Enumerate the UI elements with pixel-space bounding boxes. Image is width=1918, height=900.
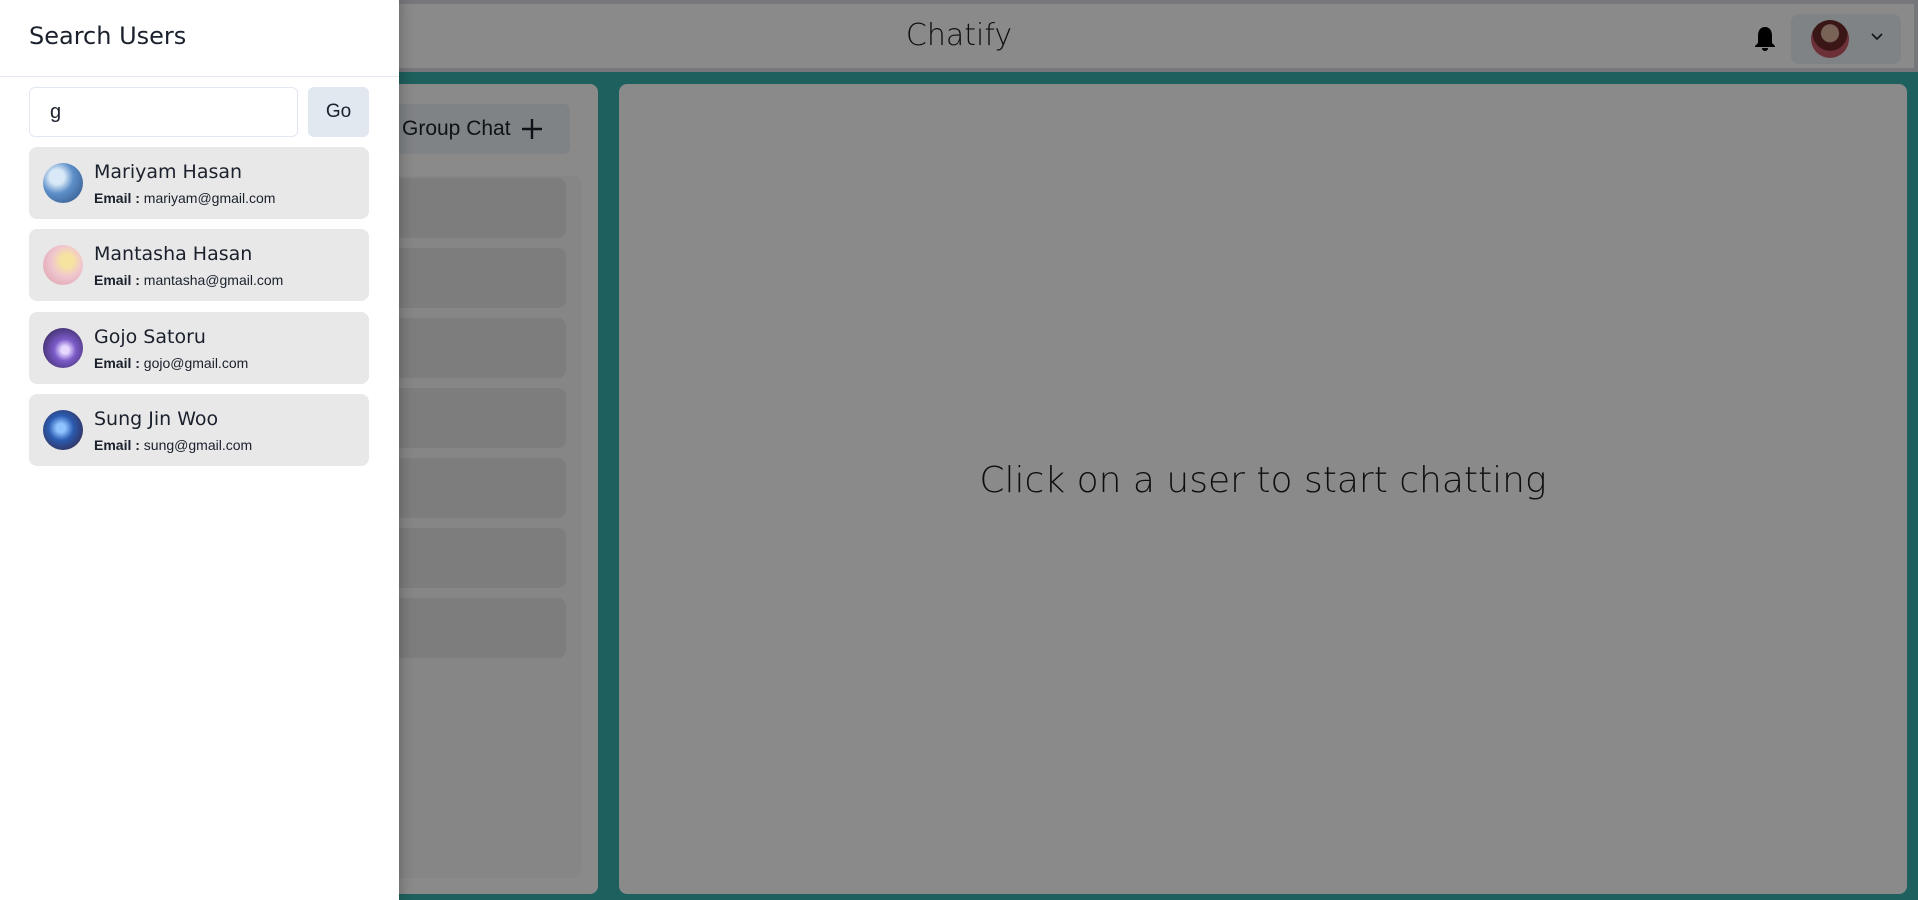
user-email-row: Email : mantasha@gmail.com (94, 272, 283, 288)
user-name: Mantasha Hasan (94, 243, 253, 265)
search-users-drawer: Search Users Go Mariyam Hasan Email : ma… (0, 0, 399, 900)
user-email: sung@gmail.com (143, 437, 253, 453)
email-label: Email : (94, 437, 140, 453)
search-input[interactable] (29, 87, 298, 137)
user-name: Gojo Satoru (94, 326, 206, 348)
user-avatar (43, 163, 83, 203)
email-label: Email : (94, 190, 140, 206)
user-avatar (43, 410, 83, 450)
user-result-item[interactable]: Sung Jin Woo Email : sung@gmail.com (29, 394, 369, 466)
user-email: gojo@gmail.com (143, 355, 249, 371)
user-result-item[interactable]: Gojo Satoru Email : gojo@gmail.com (29, 312, 369, 384)
user-email-row: Email : mariyam@gmail.com (94, 190, 275, 206)
user-name: Mariyam Hasan (94, 161, 243, 183)
user-result-item[interactable]: Mantasha Hasan Email : mantasha@gmail.co… (29, 229, 369, 301)
user-email-row: Email : sung@gmail.com (94, 437, 252, 453)
user-email: mantasha@gmail.com (143, 272, 284, 288)
drawer-title: Search Users (0, 0, 399, 77)
user-email: mariyam@gmail.com (143, 190, 276, 206)
go-button[interactable]: Go (308, 87, 369, 137)
user-name: Sung Jin Woo (94, 408, 219, 430)
user-avatar (43, 328, 83, 368)
user-email-row: Email : gojo@gmail.com (94, 355, 248, 371)
search-row: Go (29, 87, 369, 137)
user-result-item[interactable]: Mariyam Hasan Email : mariyam@gmail.com (29, 147, 369, 219)
user-avatar (43, 245, 83, 285)
email-label: Email : (94, 355, 140, 371)
email-label: Email : (94, 272, 140, 288)
